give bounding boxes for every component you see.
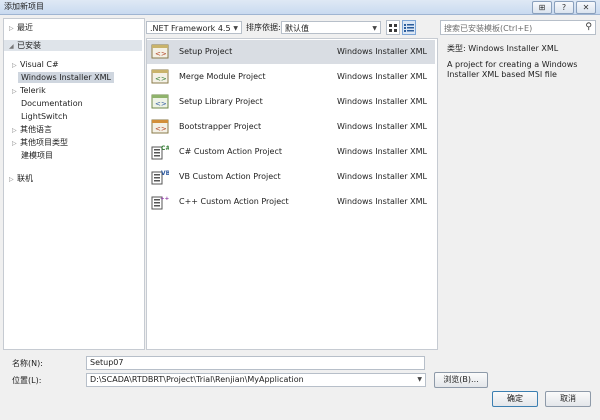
template-description-panel: 类型: Windows Installer XML A project for … (447, 43, 595, 80)
nav-item-lightswitch[interactable]: LightSwitch (21, 111, 67, 122)
chevron-down-icon: ▼ (372, 25, 377, 32)
close-button[interactable]: ✕ (576, 1, 596, 14)
svg-text:<>: <> (155, 100, 167, 108)
svg-text:VB: VB (161, 170, 169, 177)
window-title: 添加新项目 (4, 2, 44, 11)
collapse-button[interactable]: ⊞ (532, 1, 552, 14)
ok-button[interactable]: 确定 (492, 391, 538, 407)
collapse-arrow-icon[interactable]: ◢ (9, 41, 17, 52)
location-label: 位置(L): (12, 376, 42, 385)
sort-select[interactable]: 默认值 ▼ (281, 21, 381, 34)
nav-item-other-languages[interactable]: ▷ 其他语言 (12, 124, 52, 135)
description-type-line: 类型: Windows Installer XML (447, 43, 595, 54)
browse-button[interactable]: 浏览(B)... (434, 372, 488, 388)
list-view-icon (404, 24, 414, 32)
cancel-button[interactable]: 取消 (545, 391, 591, 407)
description-text: A project for creating a Windows Install… (447, 60, 578, 79)
template-row-bootstrapper[interactable]: <> Bootstrapper Project Windows Installe… (147, 115, 435, 139)
nav-item-windows-installer-xml[interactable]: Windows Installer XML (18, 72, 114, 83)
bootstrapper-icon: <> (151, 119, 169, 134)
chevron-down-icon: ▼ (233, 25, 238, 32)
template-row-csharp-custom-action[interactable]: C# C# Custom Action Project Windows Inst… (147, 140, 435, 164)
nav-item-other-project-types[interactable]: ▷ 其他项目类型 (12, 137, 68, 148)
cpp-action-icon: ++ (151, 196, 169, 210)
template-row-cpp-custom-action[interactable]: ++ C++ Custom Action Project Windows Ins… (147, 190, 435, 214)
description-type-value: Windows Installer XML (468, 44, 559, 53)
template-row-vb-custom-action[interactable]: VB VB Custom Action Project Windows Inst… (147, 165, 435, 189)
template-row-setup-library[interactable]: <> Setup Library Project Windows Install… (147, 90, 435, 114)
description-type-label: 类型: (447, 44, 466, 53)
expand-arrow-icon[interactable]: ▷ (12, 125, 20, 136)
template-row-setup-project[interactable]: <> Setup Project Windows Installer XML (147, 40, 435, 64)
csharp-action-icon: C# (151, 145, 169, 160)
template-row-merge-module[interactable]: <> Merge Module Project Windows Installe… (147, 65, 435, 89)
svg-text:++: ++ (160, 196, 169, 202)
expand-arrow-icon[interactable]: ▷ (9, 23, 17, 34)
template-category-tree: ▷ 最近 ◢ 已安装 ▷ Visual C# Windows Installer XM… (3, 18, 145, 350)
template-list: <> Setup Project Windows Installer XML <… (146, 38, 438, 350)
svg-text:<>: <> (155, 75, 167, 83)
help-button[interactable]: ? (554, 1, 574, 14)
grid-view-icon (389, 24, 397, 32)
expand-arrow-icon[interactable]: ▷ (12, 138, 20, 149)
nav-item-installed[interactable]: ◢ 已安装 (4, 40, 142, 51)
location-field[interactable]: D:\SCADA\RTDBRT\Project\Trial\Renjian\My… (86, 373, 426, 387)
nav-item-telerik[interactable]: ▷ Telerik (12, 85, 46, 96)
svg-text:<>: <> (155, 50, 167, 58)
nav-item-recent[interactable]: ▷ 最近 (9, 22, 33, 33)
svg-text:C#: C# (161, 145, 169, 152)
svg-text:<>: <> (155, 125, 167, 133)
framework-select[interactable]: .NET Framework 4.5 ▼ (146, 21, 242, 34)
expand-arrow-icon[interactable]: ▷ (9, 174, 17, 185)
setup-library-icon: <> (151, 94, 169, 109)
search-icon[interactable]: ⚲ (585, 22, 592, 32)
name-label: 名称(N): (12, 359, 43, 368)
expand-arrow-icon[interactable]: ▷ (12, 60, 20, 71)
title-bar: 添加新项目 ⊞ ? ✕ (0, 0, 600, 15)
setup-project-icon: <> (151, 44, 169, 59)
merge-module-icon: <> (151, 69, 169, 84)
list-view-button[interactable] (402, 20, 416, 35)
template-search-input[interactable]: 搜索已安装模板(Ctrl+E) ⚲ (440, 20, 596, 35)
nav-item-online[interactable]: ▷ 联机 (9, 173, 33, 184)
small-icons-view-button[interactable] (386, 20, 400, 35)
vb-action-icon: VB (151, 170, 169, 185)
sort-label: 排序依据: (246, 23, 281, 32)
chevron-down-icon[interactable]: ▼ (417, 374, 422, 386)
search-placeholder: 搜索已安装模板(Ctrl+E) (444, 24, 533, 33)
expand-arrow-icon[interactable]: ▷ (12, 86, 20, 97)
template-toolbar: .NET Framework 4.5 ▼ 排序依据: 默认值 ▼ (146, 20, 436, 36)
name-field[interactable]: Setup07 (86, 356, 425, 370)
nav-item-documentation[interactable]: Documentation (21, 98, 83, 109)
nav-item-modeling-projects[interactable]: 建模项目 (21, 150, 53, 161)
nav-item-visual-csharp[interactable]: ▷ Visual C# (12, 59, 59, 70)
